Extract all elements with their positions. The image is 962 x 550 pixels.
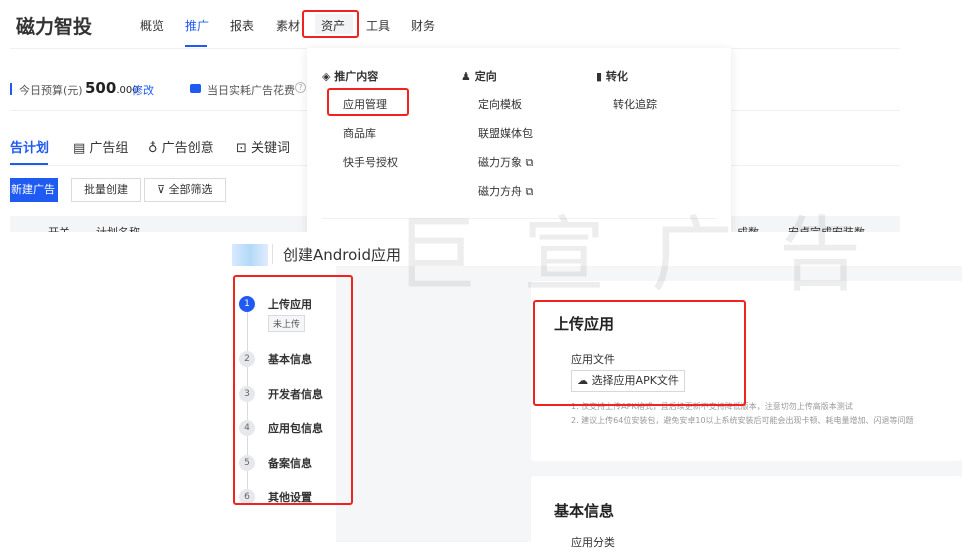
blurred-logo xyxy=(232,244,268,266)
highlight-box-assets xyxy=(302,10,359,38)
tab-label: 广告组 xyxy=(89,141,129,156)
basic-info-card: 基本信息 应用分类 xyxy=(531,476,962,549)
menu-item-product-library[interactable]: 商品库 xyxy=(343,125,376,141)
help-icon[interactable]: ? xyxy=(295,82,306,93)
app-logo: 磁力智投 xyxy=(16,16,93,38)
highlight-box-upload xyxy=(533,300,746,406)
new-ad-button[interactable]: 新建广告 xyxy=(10,178,58,202)
tab-keywords[interactable]: ⊡ 关键词 xyxy=(236,137,290,156)
dropdown-column-promotion: ◈ 推广内容 应用管理 商品库 快手号授权 xyxy=(322,68,398,169)
column-title: 推广内容 xyxy=(334,70,379,83)
watermark: 巨宣广告 xyxy=(395,208,908,303)
bulb-icon: ♁ xyxy=(148,141,162,156)
batch-create-button[interactable]: 批量创建 xyxy=(71,178,141,202)
layers-icon: ◈ xyxy=(322,70,335,83)
nav-tools[interactable]: 工具 xyxy=(366,17,390,34)
nav-reports[interactable]: 报表 xyxy=(230,17,254,34)
tab-campaign[interactable]: 告计划 xyxy=(10,137,49,156)
user-icon: ♟ xyxy=(461,70,475,83)
nav-overview[interactable]: 概览 xyxy=(140,17,164,34)
column-title: 转化 xyxy=(605,70,628,83)
dropdown-column-targeting: ♟ 定向 定向模板 联盟媒体包 磁力万象 ⧉ 磁力方舟 ⧉ xyxy=(461,68,581,198)
adgroup-icon: ▤ xyxy=(73,141,90,156)
basic-info-heading: 基本信息 xyxy=(554,502,615,520)
tab-label: 关键词 xyxy=(251,141,291,156)
highlight-box-steps xyxy=(233,275,353,505)
dropdown-column-conversion: ▮ 转化 转化追踪 xyxy=(596,68,716,111)
menu-item-cili-wanxiang[interactable]: 磁力万象 ⧉ xyxy=(478,154,533,170)
budget-value: 500 xyxy=(85,79,117,97)
bar-chart-icon: ▮ xyxy=(596,70,606,83)
external-link-icon: ⧉ xyxy=(522,156,534,169)
menu-item-targeting-template[interactable]: 定向模板 xyxy=(478,96,522,112)
spend-label: 当日实耗广告花费 xyxy=(207,84,295,97)
filter-icon: ⊽ xyxy=(157,183,169,196)
budget-marker xyxy=(10,83,12,95)
filter-label: 全部筛选 xyxy=(168,183,213,196)
filter-button[interactable]: ⊽ 全部筛选 xyxy=(144,178,226,202)
column-title: 定向 xyxy=(474,70,497,83)
edit-budget-link[interactable]: 修改 xyxy=(132,82,154,98)
code-icon: ⊡ xyxy=(236,141,252,156)
wallet-icon xyxy=(190,84,201,93)
tab-adgroup[interactable]: ▤ 广告组 xyxy=(73,137,128,156)
nav-promotion[interactable]: 推广 xyxy=(185,17,209,34)
nav-finance[interactable]: 财务 xyxy=(411,17,435,34)
create-page-title: 创建Android应用 xyxy=(283,246,401,264)
menu-item-union-media-pack[interactable]: 联盟媒体包 xyxy=(478,125,533,141)
menu-item-conversion-tracking[interactable]: 转化追踪 xyxy=(613,96,657,112)
tab-creative[interactable]: ♁ 广告创意 xyxy=(148,137,214,156)
tab-label: 广告创意 xyxy=(161,141,214,156)
highlight-box-app-management xyxy=(327,88,409,116)
nav-materials[interactable]: 素材 xyxy=(276,17,300,34)
budget-label: 今日预算(元) xyxy=(19,84,83,97)
nav-active-indicator xyxy=(185,45,207,47)
title-divider xyxy=(272,244,273,264)
upload-tip-2: 2. 建议上传64位安装包，避免安卓10以上系统安装后可能会出现卡顿、耗电量增加… xyxy=(571,416,914,425)
app-category-label: 应用分类 xyxy=(571,536,615,549)
menu-item-kuaishou-auth[interactable]: 快手号授权 xyxy=(343,154,398,170)
item-label: 磁力万象 xyxy=(478,156,522,169)
